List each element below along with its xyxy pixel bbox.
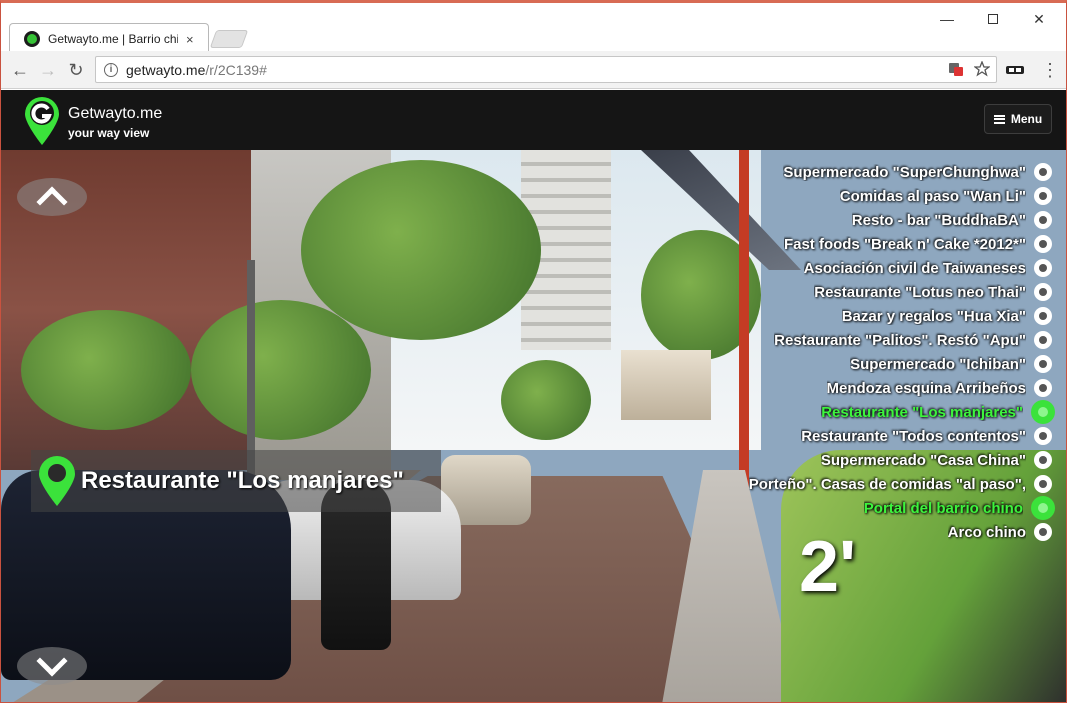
url-host: getwayto.me [126, 61, 206, 78]
chinatown-arch [621, 350, 711, 420]
poi-item[interactable]: Supermercado "SuperChunghwa" [712, 160, 1052, 184]
window-minimize-button[interactable]: — [924, 9, 970, 29]
poi-label: Asociación civil de Taiwaneses [803, 259, 1026, 277]
getwayto-favicon-icon [24, 31, 40, 47]
poi-marker-icon[interactable] [1034, 379, 1052, 397]
poi-marker-icon[interactable] [1034, 163, 1052, 181]
location-pin-icon [39, 456, 75, 506]
poi-item[interactable]: Comidas al paso "Wan Li" [712, 184, 1052, 208]
poi-item[interactable]: Bazar y regalos "Hua Xia" [712, 304, 1052, 328]
poi-item[interactable]: Porteño". Casas de comidas "al paso", [712, 472, 1052, 496]
window-close-button[interactable]: ✕ [1016, 9, 1062, 29]
browser-menu-button[interactable]: ⋮ [1041, 59, 1059, 81]
url-text: getwayto.me/r/2C139# [126, 62, 267, 78]
poi-marker-icon[interactable] [1034, 355, 1052, 373]
previous-point-button[interactable] [17, 178, 87, 218]
poi-item[interactable]: Resto - bar "BuddhaBA" [712, 208, 1052, 232]
poi-item[interactable]: Restaurante "Los manjares" [712, 400, 1055, 424]
current-place-banner: Restaurante "Los manjares" [31, 450, 441, 512]
poi-label: Supermercado "Casa China" [820, 451, 1026, 469]
points-of-interest-list: Supermercado "SuperChunghwa" Comidas al p… [712, 160, 1055, 544]
site-info-icon[interactable]: i [104, 62, 118, 77]
poi-label: Supermercado "SuperChunghwa" [783, 163, 1026, 181]
poi-item[interactable]: Restaurante "Palitos". Restó "Apu" [712, 328, 1052, 352]
tab-close-icon[interactable]: × [186, 32, 194, 47]
window-maximize-button[interactable] [970, 9, 1016, 29]
poi-marker-icon[interactable] [1034, 475, 1052, 493]
poi-marker-icon[interactable] [1034, 331, 1052, 349]
poi-marker-icon[interactable] [1031, 400, 1055, 424]
star-icon[interactable] [974, 61, 990, 77]
maximize-icon [988, 14, 998, 24]
tab-strip: Getwayto.me | Barrio chi × — ✕ [1, 3, 1066, 52]
back-button[interactable]: ← [9, 59, 31, 81]
tree [21, 310, 191, 430]
poi-item[interactable]: Supermercado "Casa China" [712, 448, 1052, 472]
browser-tab[interactable]: Getwayto.me | Barrio chi × [9, 23, 209, 52]
poi-item[interactable]: Arco chino [712, 520, 1052, 544]
site-header: Getwayto.me your way view Menu [1, 90, 1066, 150]
poi-marker-icon[interactable] [1034, 259, 1052, 277]
poi-marker-icon[interactable] [1031, 496, 1055, 520]
poi-marker-icon[interactable] [1034, 235, 1052, 253]
next-point-button[interactable] [17, 645, 87, 685]
poi-label: Fast foods "Break n' Cake *2012*" [783, 235, 1026, 253]
poi-item[interactable]: Supermercado "Ichiban" [712, 352, 1052, 376]
poi-label: Comidas al paso "Wan Li" [839, 187, 1026, 205]
poi-label: Mendoza esquina Arribeños [826, 379, 1026, 397]
poi-marker-icon[interactable] [1034, 427, 1052, 445]
poi-label: Bazar y regalos "Hua Xia" [841, 307, 1026, 325]
poi-item[interactable]: Asociación civil de Taiwaneses [712, 256, 1052, 280]
chevron-up-icon [36, 186, 68, 218]
poi-marker-icon[interactable] [1034, 523, 1052, 541]
poi-label: Restaurante "Todos contentos" [801, 427, 1026, 445]
translate-icon[interactable] [948, 61, 964, 77]
menu-button[interactable]: Menu [984, 104, 1052, 134]
poi-marker-icon[interactable] [1034, 283, 1052, 301]
poi-item[interactable]: Fast foods "Break n' Cake *2012*" [712, 232, 1052, 256]
poi-label: Porteño". Casas de comidas "al paso", [748, 475, 1026, 493]
reload-button[interactable]: ↻ [65, 59, 87, 81]
extension-icon[interactable] [1005, 61, 1025, 79]
menu-button-label: Menu [1010, 112, 1043, 126]
webpage: Getwayto.me your way view Menu Restauran… [1, 90, 1066, 702]
browser-window: Getwayto.me | Barrio chi × — ✕ ← → ↻ i g… [0, 0, 1067, 703]
poi-marker-icon[interactable] [1034, 211, 1052, 229]
poi-label: Portal del barrio chino [863, 499, 1023, 517]
poi-label: Arco chino [947, 523, 1026, 541]
poi-marker-icon[interactable] [1034, 451, 1052, 469]
poi-label: Restaurante "Palitos". Restó "Apu" [774, 331, 1026, 349]
hamburger-icon [993, 114, 1005, 124]
tree [191, 300, 371, 440]
current-place-title: Restaurante "Los manjares" [81, 467, 404, 494]
url-path: /r/2C139# [205, 61, 267, 78]
poi-marker-icon[interactable] [1034, 307, 1052, 325]
poi-item[interactable]: Mendoza esquina Arribeños [712, 376, 1052, 400]
address-bar[interactable]: i getwayto.me/r/2C139# [95, 56, 997, 83]
eta-minutes: 2' [799, 527, 857, 607]
site-brand[interactable]: Getwayto.me [68, 105, 162, 123]
tree [301, 160, 541, 340]
poi-marker-icon[interactable] [1034, 187, 1052, 205]
tree [501, 360, 591, 440]
poi-label: Restaurante "Lotus neo Thai" [814, 283, 1026, 301]
poi-item[interactable]: Restaurante "Lotus neo Thai" [712, 280, 1052, 304]
poi-item[interactable]: Restaurante "Todos contentos" [712, 424, 1052, 448]
new-tab-button[interactable] [209, 30, 249, 48]
forward-button[interactable]: → [37, 59, 59, 81]
chevron-down-icon [36, 645, 68, 677]
tab-title: Getwayto.me | Barrio chi [48, 32, 178, 46]
getwayto-logo-icon[interactable] [23, 96, 61, 146]
poi-label: Supermercado "Ichiban" [850, 355, 1026, 373]
poi-item[interactable]: Portal del barrio chino [712, 496, 1055, 520]
poi-label: Resto - bar "BuddhaBA" [851, 211, 1026, 229]
poi-label: Restaurante "Los manjares" [821, 403, 1023, 421]
browser-toolbar: ← → ↻ i getwayto.me/r/2C139# ⋮ [1, 51, 1066, 89]
site-tagline: your way view [68, 126, 150, 140]
